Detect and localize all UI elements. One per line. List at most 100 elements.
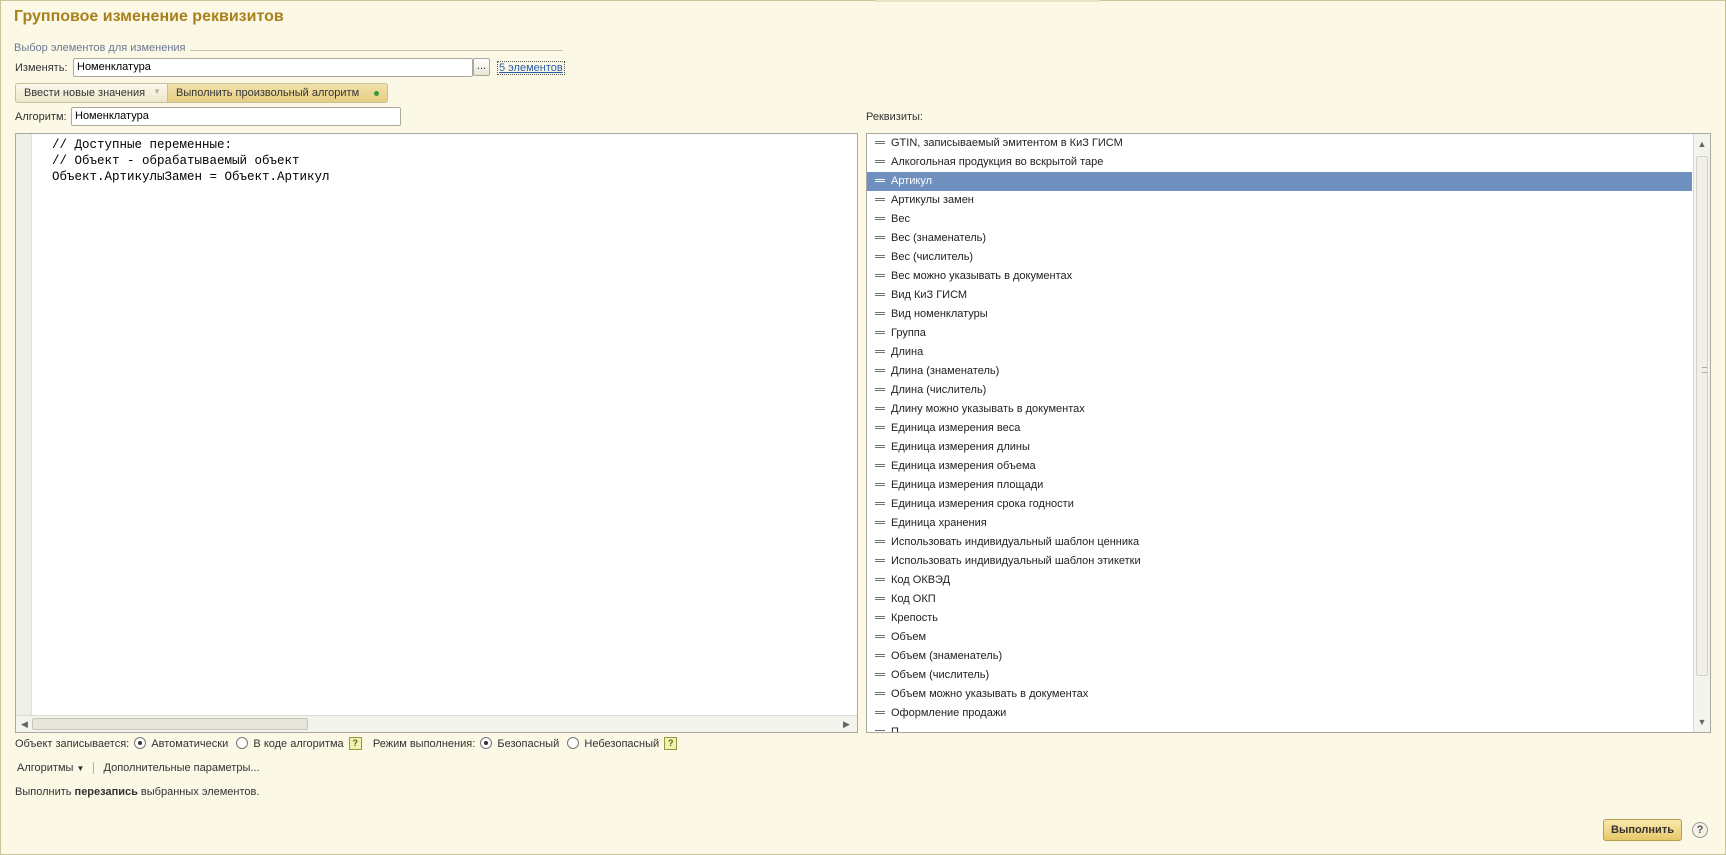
- list-item[interactable]: Использовать индивидуальный шаблон ценни…: [867, 533, 1692, 552]
- tab-custom-algorithm[interactable]: Выполнить произвольный алгоритм: [168, 83, 388, 103]
- list-item-label: П...: [891, 726, 909, 733]
- code-editor[interactable]: // Доступные переменные: // Объект - обр…: [15, 133, 858, 733]
- list-item[interactable]: Группа: [867, 324, 1692, 343]
- scroll-left-icon[interactable]: ◀: [18, 718, 31, 730]
- list-item[interactable]: Вес можно указывать в документах: [867, 267, 1692, 286]
- list-item[interactable]: Длина (числитель): [867, 381, 1692, 400]
- list-item[interactable]: Объем можно указывать в документах: [867, 685, 1692, 704]
- select-button[interactable]: ...: [473, 58, 490, 76]
- scroll-right-icon[interactable]: ▶: [840, 718, 853, 730]
- list-item-label: Вид номенклатуры: [891, 308, 988, 320]
- elements-count-link[interactable]: 5 элементов: [497, 61, 565, 75]
- algorithms-menu[interactable]: Алгоритмы ▼: [17, 762, 84, 774]
- list-item[interactable]: Вес: [867, 210, 1692, 229]
- requisite-icon: [875, 558, 885, 562]
- list-item-label: Вес: [891, 213, 910, 225]
- write-code-label: В коде алгоритма: [253, 738, 344, 750]
- status-suffix: выбранных элементов.: [137, 786, 260, 798]
- mode-unsafe-radio[interactable]: [567, 737, 580, 750]
- vertical-scroll-thumb[interactable]: [1696, 156, 1708, 676]
- list-item[interactable]: Объем (знаменатель): [867, 647, 1692, 666]
- list-item-label: Код ОКВЭД: [891, 574, 951, 586]
- list-item-label: Группа: [891, 327, 926, 339]
- extra-params-button[interactable]: Дополнительные параметры...: [104, 762, 260, 774]
- write-auto-label: Автоматически: [151, 738, 229, 750]
- page-title: Групповое изменение реквизитов: [14, 8, 284, 25]
- tab-new-values[interactable]: Ввести новые значения ▼: [15, 83, 168, 103]
- selection-group-caption: Выбор элементов для изменения: [14, 42, 186, 54]
- code-text[interactable]: // Доступные переменные: // Объект - обр…: [52, 137, 330, 185]
- list-item[interactable]: Единица хранения: [867, 514, 1692, 533]
- algorithm-label: Алгоритм:: [15, 111, 67, 123]
- requisite-icon: [875, 596, 885, 600]
- run-button[interactable]: Выполнить: [1603, 819, 1682, 841]
- requisite-icon: [875, 444, 885, 448]
- list-item-label: Объем (числитель): [891, 669, 990, 681]
- list-item[interactable]: Длина: [867, 343, 1692, 362]
- scroll-down-icon[interactable]: ▼: [1696, 716, 1708, 728]
- requisite-icon: [875, 197, 885, 201]
- list-item[interactable]: Код ОКП: [867, 590, 1692, 609]
- status-text: Выполнить перезапись выбранных элементов…: [15, 786, 259, 798]
- requisite-icon: [875, 482, 885, 486]
- requisite-icon: [875, 539, 885, 543]
- list-item[interactable]: Артикул: [867, 172, 1692, 191]
- list-item[interactable]: Артикулы замен: [867, 191, 1692, 210]
- chevron-down-icon: ▼: [76, 764, 85, 773]
- mode-safe-radio[interactable]: [480, 737, 493, 750]
- change-field[interactable]: Номенклатура: [73, 58, 473, 77]
- algorithm-field[interactable]: Номенклатура: [71, 107, 401, 126]
- list-item[interactable]: Алкогольная продукция во вскрытой таре: [867, 153, 1692, 172]
- list-item-label: Использовать индивидуальный шаблон ценни…: [891, 536, 1140, 548]
- list-item[interactable]: Единица измерения веса: [867, 419, 1692, 438]
- mode-safe-label: Безопасный: [497, 738, 560, 750]
- requisite-icon: [875, 273, 885, 277]
- requisite-icon: [875, 292, 885, 296]
- list-item[interactable]: Вес (числитель): [867, 248, 1692, 267]
- requisite-icon: [875, 501, 885, 505]
- mode-help-icon[interactable]: ?: [664, 736, 678, 750]
- requisite-icon: [875, 577, 885, 581]
- help-icon[interactable]: ?: [1692, 822, 1708, 838]
- list-item-label: Артикул: [891, 175, 933, 187]
- list-item[interactable]: Длину можно указывать в документах: [867, 400, 1692, 419]
- list-item[interactable]: Вид номенклатуры: [867, 305, 1692, 324]
- list-item[interactable]: Единица измерения срока годности: [867, 495, 1692, 514]
- list-item[interactable]: Длина (знаменатель): [867, 362, 1692, 381]
- list-item[interactable]: GTIN, записываемый эмитентом в КиЗ ГИСМ: [867, 134, 1692, 153]
- requisite-icon: [875, 368, 885, 372]
- list-item-label: Вид КиЗ ГИСМ: [891, 289, 968, 301]
- requisite-icon: [875, 615, 885, 619]
- list-item[interactable]: Оформление продажи: [867, 704, 1692, 723]
- requisite-icon: [875, 691, 885, 695]
- horizontal-scroll-thumb[interactable]: [32, 718, 308, 730]
- list-item[interactable]: Использовать индивидуальный шаблон этике…: [867, 552, 1692, 571]
- list-item[interactable]: Крепость: [867, 609, 1692, 628]
- list-item-label: Единица измерения веса: [891, 422, 1021, 434]
- active-indicator-icon: [374, 91, 379, 96]
- list-item[interactable]: Единица измерения объема: [867, 457, 1692, 476]
- list-item-label: Длина: [891, 346, 924, 358]
- list-item[interactable]: Объем (числитель): [867, 666, 1692, 685]
- requisite-icon: [875, 520, 885, 524]
- list-item[interactable]: Вид КиЗ ГИСМ: [867, 286, 1692, 305]
- list-item[interactable]: П...: [867, 723, 1692, 733]
- vertical-scrollbar[interactable]: ▲ ▼: [1693, 134, 1710, 732]
- list-item-label: Длина (знаменатель): [891, 365, 1000, 377]
- horizontal-scrollbar[interactable]: ◀ ▶: [16, 715, 857, 732]
- write-help-icon[interactable]: ?: [348, 736, 362, 750]
- list-item-label: Единица измерения площади: [891, 479, 1044, 491]
- requisite-icon: [875, 463, 885, 467]
- list-item[interactable]: Вес (знаменатель): [867, 229, 1692, 248]
- list-item[interactable]: Объем: [867, 628, 1692, 647]
- write-code-radio[interactable]: [236, 737, 249, 750]
- scroll-up-icon[interactable]: ▲: [1696, 138, 1708, 150]
- top-tab-marker: [875, 0, 1100, 2]
- editor-gutter: [16, 134, 32, 716]
- list-item[interactable]: Единица измерения площади: [867, 476, 1692, 495]
- requisite-icon: [875, 311, 885, 315]
- write-auto-radio[interactable]: [134, 737, 147, 750]
- list-item[interactable]: Единица измерения длины: [867, 438, 1692, 457]
- list-item-label: Объем: [891, 631, 927, 643]
- list-item[interactable]: Код ОКВЭД: [867, 571, 1692, 590]
